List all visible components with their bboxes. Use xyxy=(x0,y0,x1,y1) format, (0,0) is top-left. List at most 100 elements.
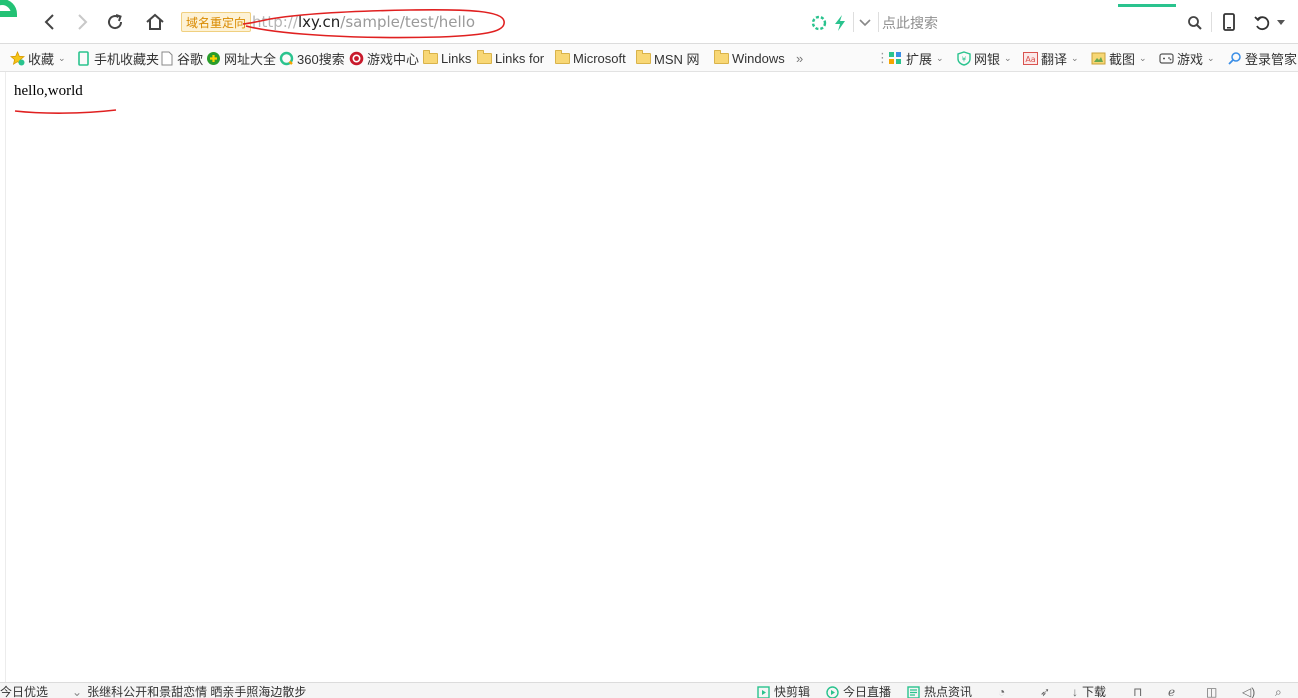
bookmark-folder-links-for[interactable]: Links for xyxy=(477,48,544,68)
speedometer-icon[interactable]: ◔ xyxy=(998,684,1005,698)
bookmark-folder-links[interactable]: Links xyxy=(423,48,471,68)
bookmarks-overflow-button[interactable]: » xyxy=(796,48,803,68)
folder-icon xyxy=(714,49,729,66)
bookmark-label: Links for xyxy=(495,50,545,66)
svg-text:¥: ¥ xyxy=(961,55,966,63)
screenshot-icon xyxy=(1091,51,1106,66)
browser-logo-icon xyxy=(0,0,18,17)
bookmark-label: Links xyxy=(441,50,472,66)
speed-mode-icon[interactable] xyxy=(833,14,847,32)
folder-icon xyxy=(477,49,492,66)
bookmark-folder-msn[interactable]: MSN 网 xyxy=(636,48,700,68)
url-scheme: http:// xyxy=(252,13,298,31)
status-quick-clip[interactable]: 快剪辑 xyxy=(757,684,810,698)
home-button[interactable] xyxy=(143,10,167,34)
status-label: 下载 xyxy=(1082,685,1107,698)
news-headline: 张继科公开和景甜恋情 晒亲手照海边散步 xyxy=(87,685,307,698)
reload-icon xyxy=(108,14,123,30)
status-live[interactable]: 今日直播 xyxy=(826,684,891,698)
toolbar-screenshot[interactable]: 截图 ⌄ xyxy=(1091,48,1147,68)
bookmark-folder-windows[interactable]: Windows xyxy=(714,48,785,68)
rocket-icon[interactable]: ➶ xyxy=(1040,684,1050,698)
bookmark-label: 网址大全 xyxy=(224,51,277,67)
arrow-left-icon xyxy=(44,14,54,30)
undo-icon[interactable] xyxy=(1253,14,1271,32)
toolbar-login-manager[interactable]: 登录管家 xyxy=(1227,48,1297,68)
toolbar-label: 网银 xyxy=(974,51,1001,67)
play-clip-icon xyxy=(757,685,770,698)
home-icon xyxy=(146,13,164,30)
page-icon xyxy=(159,51,174,66)
bookmark-google[interactable]: 谷歌 xyxy=(159,48,203,68)
status-label: 热点资讯 xyxy=(924,685,973,698)
toolbar-label: 翻译 xyxy=(1041,51,1068,67)
forward-button[interactable] xyxy=(70,10,94,34)
url-directory-icon xyxy=(206,51,221,66)
translate-icon: Aa xyxy=(1023,51,1038,66)
bookmarks-bar: 收藏 ⌄ 手机收藏夹 谷歌 网址大全 360搜索 游戏中心 Links Link… xyxy=(0,44,1298,72)
separator xyxy=(878,12,879,32)
redirect-badge[interactable]: 域名重定向 xyxy=(181,12,252,32)
bookmark-mobile[interactable]: 手机收藏夹 xyxy=(76,48,159,68)
toolbar-label: 截图 xyxy=(1109,51,1136,67)
bookmark-folder-microsoft[interactable]: Microsoft xyxy=(555,48,626,68)
window-layout-icon[interactable]: ⊓ xyxy=(1133,684,1142,698)
status-hot-news[interactable]: 热点资讯 xyxy=(907,684,972,698)
status-bar: 今日优选 ⌄ 张继科公开和景甜恋情 晒亲手照海边散步 快剪辑 今日直播 热点资讯… xyxy=(0,682,1298,698)
bookmark-url-directory[interactable]: 网址大全 xyxy=(206,48,276,68)
bookmark-360-search[interactable]: 360搜索 xyxy=(279,48,345,68)
folder-icon xyxy=(555,49,570,66)
download-icon: ↓ xyxy=(1072,685,1078,698)
page-viewport: hello,world xyxy=(0,72,1298,682)
status-label: 快剪辑 xyxy=(774,685,811,698)
arrow-right-icon xyxy=(78,14,88,30)
toolbar-games[interactable]: 游戏 ⌄ xyxy=(1159,48,1215,68)
status-downloads[interactable]: ↓ 下载 xyxy=(1072,684,1106,698)
bookmark-label: 手机收藏夹 xyxy=(94,51,160,67)
bookmark-label: 游戏中心 xyxy=(367,51,420,67)
chevron-down-icon: ⌄ xyxy=(1139,52,1147,63)
status-today-picks[interactable]: 今日优选 xyxy=(0,684,48,698)
extensions-icon xyxy=(888,51,903,66)
login-manager-icon xyxy=(1227,51,1242,66)
folder-icon xyxy=(636,49,651,66)
chevron-down-icon: ⌄ xyxy=(1207,52,1215,63)
search-input[interactable] xyxy=(880,12,1164,34)
bookmark-label: 收藏 xyxy=(28,51,55,67)
search-360-icon xyxy=(279,51,294,66)
phone-icon xyxy=(76,50,91,66)
gamepad-icon xyxy=(1159,51,1174,66)
url-path: /sample/test/hello xyxy=(340,13,476,31)
bookmark-label: MSN 网 xyxy=(654,51,700,67)
chevron-down-icon: ⌄ xyxy=(1004,52,1012,63)
news-icon xyxy=(907,685,920,698)
toolbar-online-banking[interactable]: ¥ 网银 ⌄ xyxy=(956,48,1012,68)
restore-window-icon[interactable]: ◫ xyxy=(1206,684,1217,698)
live-play-icon xyxy=(826,685,839,698)
search-icon[interactable] xyxy=(1187,15,1203,31)
chevron-down-icon[interactable] xyxy=(858,18,872,28)
zoom-icon[interactable]: ⌕ xyxy=(1275,684,1282,698)
compat-mode-icon[interactable] xyxy=(811,15,827,31)
bank-shield-icon: ¥ xyxy=(956,50,971,66)
url-text[interactable]: http://lxy.cn/sample/test/hello xyxy=(252,13,475,31)
back-button[interactable] xyxy=(38,10,62,34)
volume-icon[interactable]: ◁) xyxy=(1242,684,1255,698)
toolbar-translate[interactable]: Aa 翻译 ⌄ xyxy=(1023,48,1079,68)
status-label: 今日直播 xyxy=(843,685,892,698)
toolbar-extensions[interactable]: 扩展 ⌄ xyxy=(888,48,944,68)
caret-down-icon[interactable] xyxy=(1277,20,1285,26)
toolbar-label: 游戏 xyxy=(1177,51,1204,67)
status-news-ticker[interactable]: ⌄ 张继科公开和景甜恋情 晒亲手照海边散步 xyxy=(72,684,306,698)
bookmark-game-center[interactable]: 游戏中心 xyxy=(349,48,419,68)
game-center-icon xyxy=(349,51,364,66)
browser-ie-icon[interactable]: ℯ xyxy=(1168,684,1175,698)
reload-button[interactable] xyxy=(103,10,127,34)
bookmark-label: 360搜索 xyxy=(297,51,345,67)
chevron-down-icon: ⌄ xyxy=(1071,52,1079,63)
svg-text:Aa: Aa xyxy=(1025,55,1035,64)
mobile-icon[interactable] xyxy=(1222,13,1236,31)
bookmark-favorites[interactable]: 收藏 ⌄ xyxy=(10,48,66,68)
url-host: lxy.cn xyxy=(297,13,341,31)
star-icon xyxy=(10,50,25,66)
